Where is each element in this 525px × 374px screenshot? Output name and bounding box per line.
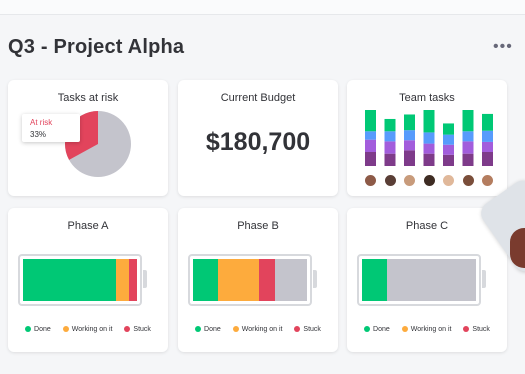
page-title: Q3 - Project Alpha (8, 36, 185, 58)
battery-tip (143, 270, 147, 288)
legend-working: Working on it (232, 326, 283, 333)
team-bar-segment (384, 131, 396, 142)
avatar[interactable] (422, 174, 436, 187)
team-bar-segment (462, 131, 474, 142)
legend-label-working: Working on it (410, 326, 452, 333)
card-phase-c[interactable]: Phase C Done Working on it Stuck (347, 208, 507, 352)
legend-stuck: Stuck (124, 326, 151, 333)
team-bar-segment (443, 154, 454, 166)
team-bar-segment (384, 153, 396, 166)
legend-label-done: Done (204, 326, 221, 333)
legend-label-working: Working on it (241, 326, 283, 333)
team-bar-segment (365, 131, 376, 140)
avatar[interactable] (383, 174, 397, 187)
legend-label-working: Working on it (71, 326, 113, 333)
card-title-phase-a: Phase A (67, 220, 109, 232)
legend-label-done: Done (34, 326, 51, 333)
battery-segment-empty (275, 259, 307, 301)
team-bar-segment (423, 110, 435, 133)
team-bar-segment (443, 123, 454, 135)
avatar[interactable] (442, 174, 455, 187)
legend-label-stuck: Stuck (133, 326, 151, 333)
avatar[interactable] (403, 174, 416, 187)
team-bar-segment (423, 153, 435, 166)
battery-segment-done (362, 259, 388, 301)
legend-stuck: Stuck (294, 326, 321, 333)
team-bar-segment (462, 153, 474, 166)
legend-phase-c: Done Working on it Stuck (347, 326, 507, 333)
legend-stuck: Stuck (463, 326, 490, 333)
legend-dot-done (195, 326, 202, 332)
team-bar-segment (423, 143, 435, 154)
battery-tip (482, 270, 486, 288)
team-bar-segment (404, 140, 415, 151)
card-tasks-at-risk[interactable]: Tasks at risk At risk 33% (8, 80, 168, 196)
hand (510, 228, 525, 268)
dashboard: Q3 - Project Alpha ••• Tasks at risk At … (0, 0, 525, 374)
card-title-phase-b: Phase B (237, 220, 279, 232)
card-phase-b[interactable]: Phase B Done Working on it Stuck (178, 208, 338, 352)
team-bar-segment (482, 152, 493, 166)
legend-done: Done (195, 326, 221, 333)
legend-dot-stuck (124, 326, 131, 332)
team-bar-segment (384, 141, 396, 154)
legend-label-stuck: Stuck (303, 326, 321, 333)
team-bar-segment (404, 114, 415, 131)
battery-segment-empty (387, 259, 476, 301)
legend-done: Done (364, 326, 390, 333)
battery-phase-c (357, 254, 481, 306)
team-bar-segment (462, 141, 474, 154)
team-bar-segment (404, 150, 415, 166)
legend-label-stuck: Stuck (472, 326, 490, 333)
battery-tip (313, 270, 317, 288)
battery-segment-done (193, 259, 219, 301)
battery-phase-a (18, 254, 142, 306)
team-bar-segment (443, 144, 454, 155)
team-bar-segment (365, 139, 376, 152)
battery-segment-done (23, 259, 117, 301)
team-bar-segment (365, 152, 376, 166)
legend-dot-stuck (463, 326, 470, 332)
at-risk-tooltip: At risk 33% (22, 114, 80, 142)
team-bar-segment (482, 113, 493, 131)
legend-label-done: Done (373, 326, 390, 333)
more-horizontal-icon[interactable]: ••• (493, 38, 513, 56)
avatar[interactable] (461, 174, 475, 187)
legend-dot-stuck (294, 326, 301, 332)
battery-phase-b (188, 254, 312, 306)
tooltip-label: At risk (30, 118, 53, 127)
avatar[interactable] (481, 174, 494, 187)
legend-phase-b: Done Working on it Stuck (178, 326, 338, 333)
team-bar-segment (462, 110, 474, 132)
avatar[interactable] (364, 174, 377, 187)
card-title-current-budget: Current Budget (220, 92, 296, 104)
card-phase-a[interactable]: Phase A Done Working on it Stuck (8, 208, 168, 352)
team-bar-segment (482, 130, 493, 142)
top-toolbar-strip (0, 0, 525, 15)
team-bar-segment (423, 132, 435, 144)
team-bar-segment (384, 118, 396, 132)
card-team-tasks[interactable]: Team tasks (347, 80, 507, 196)
tooltip-value: 33% (30, 130, 47, 139)
card-current-budget[interactable]: Current Budget $180,700 (178, 80, 338, 196)
legend-phase-a: Done Working on it Stuck (8, 326, 168, 333)
legend-dot-done (364, 326, 371, 332)
legend-working: Working on it (401, 326, 452, 333)
legend-dot-working (232, 326, 239, 332)
team-bar-segment (443, 134, 454, 145)
team-bar-segment (404, 130, 415, 141)
card-title-phase-c: Phase C (405, 220, 449, 232)
legend-done: Done (25, 326, 51, 333)
team-bar-segment (365, 110, 376, 132)
battery-segment-stuck (129, 259, 137, 301)
team-bar-segment (482, 141, 493, 152)
battery-segment-working (116, 259, 130, 301)
legend-dot-working (62, 326, 69, 332)
battery-segment-working (218, 259, 260, 301)
battery-segment-stuck (259, 259, 276, 301)
budget-value: $180,700 (205, 128, 311, 156)
legend-dot-done (25, 326, 32, 332)
legend-dot-working (401, 326, 408, 332)
legend-working: Working on it (62, 326, 113, 333)
